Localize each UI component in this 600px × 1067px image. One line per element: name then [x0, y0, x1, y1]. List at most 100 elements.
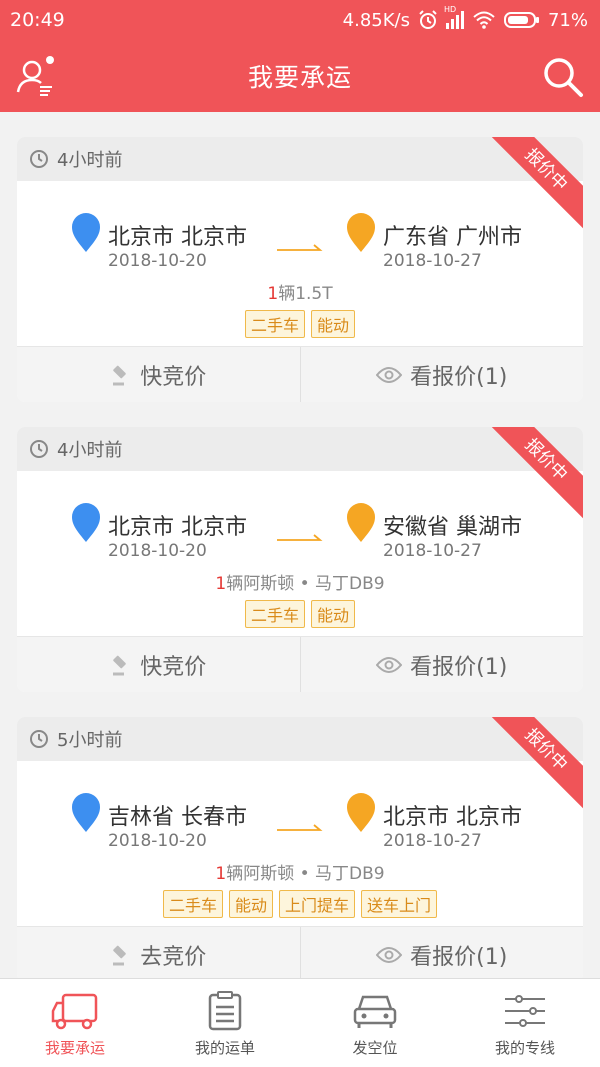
start-pin-icon: 起 — [71, 213, 124, 253]
status-icons: 4.85K/s HD 71% — [342, 5, 588, 31]
vehicle-count: 1 — [215, 574, 227, 594]
order-card[interactable]: 报价中 5小时前 起 吉林省 长春市 2018-10-20 终 北京市 北京市 … — [17, 717, 583, 982]
from-city: 北京市 北京市 — [108, 225, 247, 250]
alarm-icon — [419, 10, 437, 29]
to-date: 2018-10-27 — [383, 541, 482, 561]
clipboard-icon — [208, 991, 242, 1031]
bid-label: 快竞价 — [140, 364, 207, 390]
search-icon[interactable] — [542, 56, 584, 98]
nav-tab-lines[interactable]: 我的专线 — [450, 979, 600, 1067]
page-title: 我要承运 — [247, 63, 352, 92]
to-date: 2018-10-27 — [383, 251, 482, 271]
bid-button[interactable]: 快竞价 — [17, 347, 300, 402]
tag: 二手车 — [244, 310, 305, 338]
battery-icon — [503, 12, 539, 28]
gavel-icon — [113, 945, 127, 965]
end-pin-icon: 终 — [346, 793, 399, 833]
nav-label: 我要承运 — [44, 1039, 105, 1057]
start-pin-icon: 起 — [71, 503, 124, 543]
bid-button[interactable]: 去竞价 — [17, 927, 300, 982]
eye-icon — [376, 946, 403, 963]
tag: 能动 — [228, 890, 273, 918]
nav-label: 我的运单 — [194, 1039, 255, 1057]
nav-tab-post-space[interactable]: 发空位 — [300, 979, 450, 1067]
sliders-icon — [505, 995, 545, 1027]
view-quotes-button[interactable]: 看报价(1) — [299, 637, 584, 692]
view-quotes-button[interactable]: 看报价(1) — [299, 927, 584, 982]
vehicle-desc: 辆阿斯顿 • 马丁DB9 — [226, 864, 385, 884]
battery-percent: 71% — [547, 9, 588, 31]
order-card[interactable]: 报价中 4小时前 起 北京市 北京市 2018-10-20 终 安徽省 巢湖市 … — [17, 427, 583, 692]
goods-info: 1辆阿斯顿 • 马丁DB9 — [17, 859, 583, 884]
end-pin-icon: 终 — [346, 213, 399, 253]
order-card[interactable]: 报价中 4小时前 起 北京市 北京市 2018-10-20 终 广东省 广州市 … — [17, 137, 583, 402]
route-section: 起 北京市 北京市 2018-10-20 终 广东省 广州市 2018-10-2… — [17, 181, 583, 346]
tag: 能动 — [311, 600, 356, 628]
to-city: 北京市 北京市 — [383, 805, 522, 830]
network-speed: 4.85K/s — [342, 9, 410, 31]
tag-list: 二手车 能动 — [17, 600, 583, 628]
from-city: 北京市 北京市 — [108, 515, 247, 540]
nav-label: 发空位 — [352, 1039, 398, 1057]
tag: 二手车 — [244, 600, 305, 628]
end-pin-icon: 终 — [346, 503, 399, 543]
arrow-right-icon — [277, 244, 323, 251]
posted-time: 4小时前 — [57, 150, 123, 171]
tag: 上门提车 — [279, 890, 356, 918]
goods-info: 1辆阿斯顿 • 马丁DB9 — [17, 569, 583, 594]
card-actions: 去竞价 看报价(1) — [17, 926, 583, 982]
bid-label: 快竞价 — [140, 654, 207, 680]
wifi-icon — [473, 11, 495, 29]
tag: 能动 — [311, 310, 356, 338]
nav-tab-orders[interactable]: 我的运单 — [150, 979, 300, 1067]
to-date: 2018-10-27 — [383, 831, 482, 851]
user-profile-icon[interactable] — [14, 54, 58, 98]
arrow-right-icon — [277, 534, 323, 541]
vehicle-desc: 辆阿斯顿 • 马丁DB9 — [226, 574, 385, 594]
to-city: 安徽省 巢湖市 — [383, 515, 522, 540]
clock-icon — [30, 440, 48, 458]
eye-icon — [376, 656, 403, 673]
card-actions: 快竞价 看报价(1) — [17, 636, 583, 692]
route-section: 起 吉林省 长春市 2018-10-20 终 北京市 北京市 2018-10-2… — [17, 761, 583, 926]
clock-icon — [30, 150, 48, 168]
vehicle-count: 1 — [267, 284, 279, 304]
view-quotes-label: 看报价(1) — [410, 654, 508, 680]
eye-icon — [376, 366, 403, 383]
signal-icon: HD — [444, 5, 464, 29]
posted-time: 4小时前 — [57, 440, 123, 461]
tag-list: 二手车 能动 上门提车 送车上门 — [17, 890, 583, 918]
clock-icon — [30, 730, 48, 748]
bid-button[interactable]: 快竞价 — [17, 637, 300, 692]
vehicle-desc: 辆1.5T — [278, 284, 333, 304]
from-city: 吉林省 长春市 — [108, 805, 247, 830]
route-section: 起 北京市 北京市 2018-10-20 终 安徽省 巢湖市 2018-10-2… — [17, 471, 583, 636]
bottom-nav: 我要承运 我的运单 发空位 我的专线 — [0, 978, 600, 1067]
view-quotes-label: 看报价(1) — [410, 944, 508, 970]
from-date: 2018-10-20 — [108, 541, 207, 561]
tag: 送车上门 — [361, 890, 438, 918]
card-actions: 快竞价 看报价(1) — [17, 346, 583, 402]
app-header: 我要承运 — [0, 40, 600, 112]
gavel-icon — [113, 365, 127, 385]
gavel-icon — [113, 655, 127, 675]
to-city: 广东省 广州市 — [383, 225, 522, 250]
nav-label: 我的专线 — [494, 1039, 555, 1057]
bid-label: 去竞价 — [140, 944, 207, 970]
tag: 二手车 — [162, 890, 223, 918]
posted-time: 5小时前 — [57, 730, 123, 751]
goods-info: 1辆1.5T — [17, 279, 583, 304]
view-quotes-button[interactable]: 看报价(1) — [299, 347, 584, 402]
nav-tab-carry[interactable]: 我要承运 — [0, 979, 150, 1067]
tag-list: 二手车 能动 — [17, 310, 583, 338]
status-time: 20:49 — [10, 9, 65, 31]
hd-label: HD — [443, 5, 457, 14]
vehicle-count: 1 — [215, 864, 227, 884]
from-date: 2018-10-20 — [108, 831, 207, 851]
car-icon — [353, 995, 397, 1028]
truck-icon — [51, 993, 98, 1030]
from-date: 2018-10-20 — [108, 251, 207, 271]
arrow-right-icon — [277, 824, 323, 831]
view-quotes-label: 看报价(1) — [410, 364, 508, 390]
status-bar: 20:49 4.85K/s HD 71% — [0, 0, 600, 40]
